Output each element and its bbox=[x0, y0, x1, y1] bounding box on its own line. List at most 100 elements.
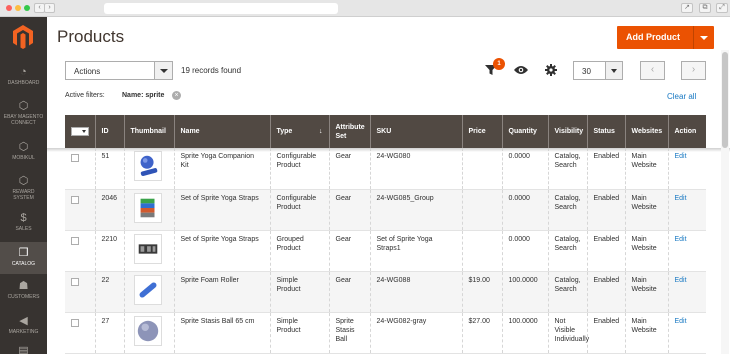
cell-visibility: Catalog, Search bbox=[547, 189, 587, 231]
select-all-checkbox[interactable] bbox=[71, 126, 89, 136]
sticky-header-shadow bbox=[47, 148, 730, 152]
tabs-button[interactable]: ⧉ bbox=[699, 3, 711, 13]
clear-all-link[interactable]: Clear all bbox=[667, 92, 696, 101]
cell-action: Edit bbox=[667, 189, 706, 231]
row-checkbox[interactable] bbox=[71, 195, 79, 204]
cell-quantity: 100.0000 bbox=[501, 312, 548, 354]
cell-quantity: 0.0000 bbox=[501, 189, 548, 231]
cell-type: Configurable Product bbox=[269, 148, 329, 190]
cell-name: Sprite Foam Roller bbox=[173, 271, 270, 313]
product-thumbnail[interactable] bbox=[133, 274, 162, 305]
gear-icon[interactable] bbox=[545, 64, 557, 76]
mass-actions-select[interactable]: Actions bbox=[65, 61, 173, 80]
table-row[interactable]: 51 Sprite Yoga Companion Kit Configurabl… bbox=[65, 148, 706, 190]
sidebar-item-marketing[interactable]: ◀ MARKETING bbox=[0, 312, 47, 338]
cell-thumbnail bbox=[123, 189, 174, 231]
cell-action: Edit bbox=[667, 312, 706, 354]
dollar-icon: $ bbox=[20, 212, 27, 224]
cell-visibility: Catalog, Search bbox=[547, 148, 587, 190]
mass-actions-label: Actions bbox=[74, 67, 101, 76]
cell-thumbnail bbox=[123, 271, 174, 313]
table-row[interactable]: 27 Sprite Stasis Ball 65 cm Simple Produ… bbox=[65, 312, 706, 354]
cell-action: Edit bbox=[667, 230, 706, 272]
row-select-cell bbox=[65, 189, 95, 231]
chevron-down-icon[interactable] bbox=[154, 62, 172, 79]
column-header-name[interactable]: Name bbox=[173, 115, 270, 148]
row-checkbox[interactable] bbox=[71, 236, 79, 245]
cell-status: Enabled bbox=[586, 148, 625, 190]
minimize-window-icon[interactable] bbox=[15, 5, 21, 11]
row-checkbox[interactable] bbox=[71, 154, 79, 162]
column-header-visibility[interactable]: Visibility bbox=[547, 115, 587, 148]
sidebar-item-label: MOBIKUL bbox=[12, 155, 35, 161]
column-header-status[interactable]: Status bbox=[586, 115, 625, 148]
add-product-label: Add Product bbox=[626, 32, 680, 42]
sidebar-item-mobikul[interactable]: ⬡ MOBIKUL bbox=[0, 138, 47, 164]
sidebar-item-sales[interactable]: $ SALES bbox=[0, 209, 47, 235]
table-row[interactable]: 2210 Set of Sprite Yoga Straps Grouped P… bbox=[65, 230, 706, 272]
table-row[interactable]: 22 Sprite Foam Roller Simple Product Gea… bbox=[65, 271, 706, 313]
chevron-down-icon[interactable] bbox=[700, 36, 708, 40]
cube-icon: ❒ bbox=[18, 247, 29, 259]
cell-price: $19.00 bbox=[461, 271, 502, 313]
column-header-price[interactable]: Price bbox=[461, 115, 502, 148]
row-checkbox[interactable] bbox=[71, 277, 79, 286]
sidebar-item-dashboard[interactable]: ◔ DASHBOARD bbox=[0, 63, 47, 89]
edit-link[interactable]: Edit bbox=[675, 236, 687, 243]
previous-page-button[interactable]: ‹ bbox=[640, 61, 665, 80]
megaphone-icon: ◀ bbox=[19, 315, 28, 327]
sidebar-item-content[interactable]: ▤ bbox=[0, 345, 47, 354]
maximize-window-icon[interactable] bbox=[24, 5, 30, 11]
admin-sidebar: ◔ DASHBOARD ⬡ EBAY MAGENTO CONNECT ⬡ MOB… bbox=[0, 17, 47, 354]
sidebar-item-customers[interactable]: ☗ CUSTOMERS bbox=[0, 277, 47, 303]
row-checkbox[interactable] bbox=[71, 318, 79, 327]
speedometer-icon: ◔ bbox=[20, 66, 27, 78]
cell-status: Enabled bbox=[586, 189, 625, 231]
hexagon-icon: ⬡ bbox=[18, 100, 29, 112]
close-window-icon[interactable] bbox=[6, 5, 12, 11]
share-button[interactable]: ↗ bbox=[681, 3, 693, 13]
column-header-action: Action bbox=[667, 115, 706, 148]
eye-icon[interactable] bbox=[514, 65, 528, 75]
cell-websites: Main Website bbox=[624, 271, 668, 313]
edit-link[interactable]: Edit bbox=[675, 277, 687, 284]
sidebar-item-label: DASHBOARD bbox=[7, 80, 40, 86]
cell-sku: 24-WG082-gray bbox=[369, 312, 462, 354]
browser-forward-button[interactable]: › bbox=[44, 3, 55, 13]
edit-link[interactable]: Edit bbox=[675, 318, 687, 325]
per-page-select[interactable]: 30 bbox=[573, 61, 623, 80]
chevron-down-icon[interactable] bbox=[605, 62, 622, 79]
sidebar-item-catalog[interactable]: ❒ CATALOG bbox=[0, 242, 47, 274]
product-thumbnail[interactable] bbox=[133, 233, 162, 264]
hexagon-icon: ⬡ bbox=[18, 175, 29, 187]
edit-link[interactable]: Edit bbox=[675, 195, 687, 202]
product-thumbnail[interactable] bbox=[133, 151, 162, 181]
address-bar[interactable] bbox=[104, 3, 338, 14]
product-thumbnail[interactable] bbox=[133, 315, 162, 346]
fullscreen-button[interactable]: ⤢ bbox=[716, 3, 728, 13]
column-header-type[interactable]: Type ↓ bbox=[269, 115, 329, 148]
column-header-sku[interactable]: SKU bbox=[369, 115, 462, 148]
cell-id: 27 bbox=[94, 312, 124, 354]
sidebar-item-label: CATALOG bbox=[11, 261, 36, 267]
product-thumbnail[interactable] bbox=[133, 192, 162, 223]
next-page-button[interactable]: › bbox=[681, 61, 706, 80]
table-row[interactable]: 2046 Set of Sprite Yoga Straps Configura… bbox=[65, 189, 706, 231]
column-header-attribute-set[interactable]: Attribute Set bbox=[328, 115, 370, 148]
sidebar-item-reward-system[interactable]: ⬡ REWARD SYSTEM bbox=[0, 172, 47, 204]
cell-visibility: Catalog, Search bbox=[547, 230, 587, 272]
magento-logo-icon[interactable] bbox=[13, 25, 33, 49]
select-all-header[interactable] bbox=[65, 115, 95, 148]
column-header-id[interactable]: ID bbox=[94, 115, 124, 148]
scrollbar-thumb[interactable] bbox=[722, 52, 728, 148]
add-product-button[interactable]: Add Product bbox=[617, 26, 714, 49]
cell-quantity: 0.0000 bbox=[501, 230, 548, 272]
sidebar-item-ebay-magento-connect[interactable]: ⬡ EBAY MAGENTO CONNECT bbox=[0, 97, 47, 129]
column-header-websites[interactable]: Websites bbox=[624, 115, 668, 148]
column-header-quantity[interactable]: Quantity bbox=[501, 115, 548, 148]
edit-link[interactable]: Edit bbox=[675, 153, 687, 160]
column-header-thumbnail[interactable]: Thumbnail bbox=[123, 115, 174, 148]
remove-filter-icon[interactable]: × bbox=[172, 91, 181, 100]
cell-name: Sprite Stasis Ball 65 cm bbox=[173, 312, 270, 354]
hexagon-icon: ⬡ bbox=[18, 141, 29, 153]
